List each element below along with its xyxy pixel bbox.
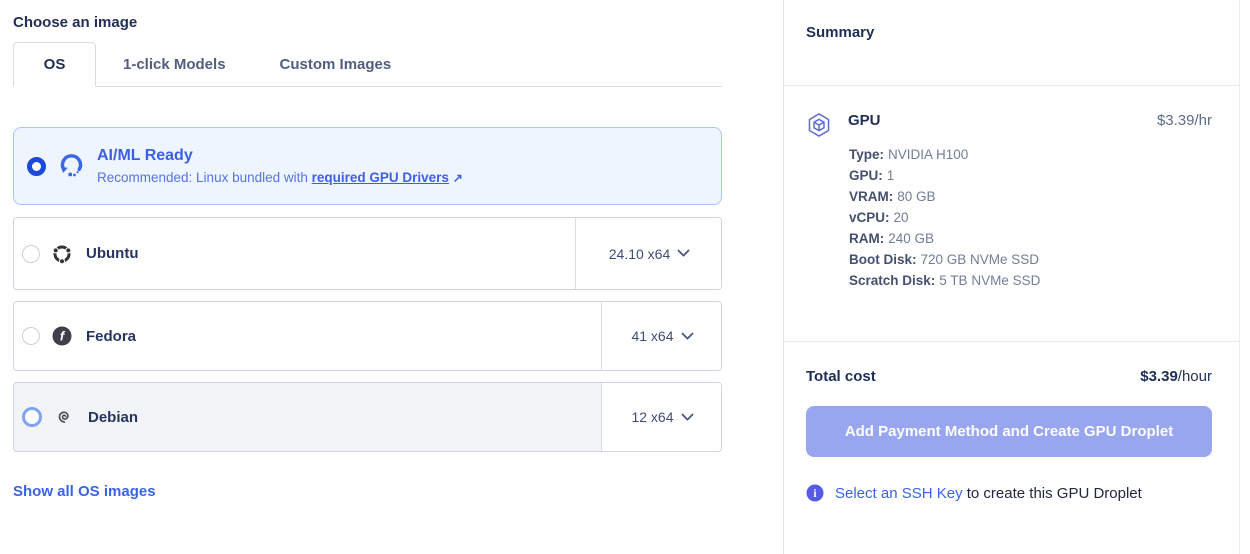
aiml-gpu-icon bbox=[58, 153, 85, 180]
ubuntu-version-value: 24.10 x64 bbox=[609, 246, 671, 262]
aiml-text-block: AI/ML Ready Recommended: Linux bundled w… bbox=[97, 147, 463, 185]
create-gpu-droplet-button[interactable]: Add Payment Method and Create GPU Drople… bbox=[806, 406, 1212, 457]
ssh-notice-text: Select an SSH Key to create this GPU Dro… bbox=[835, 485, 1142, 502]
spec-vcpu: vCPU:20 bbox=[849, 207, 1212, 228]
ubuntu-logo-icon bbox=[51, 243, 73, 265]
spec-ram: RAM:240 GB bbox=[849, 228, 1212, 249]
gpu-cube-icon bbox=[806, 112, 832, 138]
spec-boot-disk: Boot Disk:720 GB NVMe SSD bbox=[849, 249, 1212, 270]
gpu-spec-list: Type:NVIDIA H100 GPU:1 VRAM:80 GB vCPU:2… bbox=[849, 144, 1212, 291]
debian-radio[interactable] bbox=[22, 407, 42, 427]
fedora-logo-icon: f bbox=[51, 325, 73, 347]
image-option-debian[interactable]: Debian 12 x64 bbox=[13, 382, 722, 452]
spec-gpu-count: GPU:1 bbox=[849, 165, 1212, 186]
fedora-version-dropdown[interactable]: 41 x64 bbox=[601, 302, 721, 370]
fedora-radio[interactable] bbox=[22, 327, 40, 345]
fedora-row-main: f Fedora bbox=[14, 302, 601, 370]
aiml-title: AI/ML Ready bbox=[97, 147, 463, 165]
gpu-plan-price: $3.39/hr bbox=[1157, 112, 1212, 129]
image-option-aiml-ready[interactable]: AI/ML Ready Recommended: Linux bundled w… bbox=[13, 127, 722, 205]
os-image-list: AI/ML Ready Recommended: Linux bundled w… bbox=[13, 127, 722, 452]
aiml-subtitle: Recommended: Linux bundled with required… bbox=[97, 170, 463, 185]
tab-custom-images[interactable]: Custom Images bbox=[253, 42, 419, 86]
debian-version-dropdown[interactable]: 12 x64 bbox=[601, 383, 721, 451]
ubuntu-row-main: Ubuntu bbox=[14, 218, 575, 289]
spec-scratch-disk: Scratch Disk:5 TB NVMe SSD bbox=[849, 270, 1212, 291]
spec-type: Type:NVIDIA H100 bbox=[849, 144, 1212, 165]
total-cost-label: Total cost bbox=[806, 368, 876, 385]
fedora-version-value: 41 x64 bbox=[631, 328, 673, 344]
summary-title: Summary bbox=[806, 24, 1239, 41]
image-option-ubuntu[interactable]: Ubuntu 24.10 x64 bbox=[13, 217, 722, 290]
gpu-droplet-create-page: Choose an image OS 1-click Models Custom… bbox=[0, 0, 1250, 554]
debian-logo-icon bbox=[53, 406, 75, 428]
debian-row-main: Debian bbox=[14, 383, 601, 451]
chevron-down-icon bbox=[681, 327, 694, 340]
debian-label: Debian bbox=[88, 409, 138, 426]
total-cost-row: Total cost $3.39/hour bbox=[806, 342, 1212, 385]
ubuntu-label: Ubuntu bbox=[86, 245, 138, 262]
info-icon: i bbox=[806, 484, 824, 502]
aiml-row-main: AI/ML Ready Recommended: Linux bundled w… bbox=[14, 128, 721, 204]
tab-1-click-models[interactable]: 1-click Models bbox=[96, 42, 253, 86]
choose-image-heading: Choose an image bbox=[13, 14, 722, 31]
image-tabs: OS 1-click Models Custom Images bbox=[13, 42, 722, 87]
ssh-key-notice: i Select an SSH Key to create this GPU D… bbox=[806, 484, 1212, 502]
chevron-down-icon bbox=[681, 408, 694, 421]
aiml-subtitle-prefix: Recommended: Linux bundled with bbox=[97, 170, 312, 185]
gpu-title-row: GPU $3.39/hr bbox=[848, 112, 1212, 129]
fedora-label: Fedora bbox=[86, 328, 136, 345]
gpu-drivers-link[interactable]: required GPU Drivers bbox=[312, 170, 449, 185]
choose-image-section: Choose an image OS 1-click Models Custom… bbox=[13, 14, 722, 500]
ubuntu-radio[interactable] bbox=[22, 245, 40, 263]
total-cost-value: $3.39/hour bbox=[1140, 368, 1212, 385]
chevron-down-icon bbox=[677, 244, 690, 257]
summary-panel: Summary GPU $3.39/hr Type:NVIDIA H100 bbox=[783, 0, 1240, 554]
select-ssh-key-link[interactable]: Select an SSH Key bbox=[835, 485, 963, 502]
gpu-plan-name: GPU bbox=[848, 112, 881, 129]
spec-vram: VRAM:80 GB bbox=[849, 186, 1212, 207]
image-option-fedora[interactable]: f Fedora 41 x64 bbox=[13, 301, 722, 371]
show-all-os-images-link[interactable]: Show all OS images bbox=[13, 483, 722, 500]
ubuntu-version-dropdown[interactable]: 24.10 x64 bbox=[575, 218, 721, 289]
tab-os[interactable]: OS bbox=[13, 42, 96, 87]
gpu-plan-head: GPU $3.39/hr bbox=[806, 112, 1212, 138]
summary-header: Summary bbox=[784, 0, 1239, 86]
aiml-radio[interactable] bbox=[27, 157, 46, 176]
debian-version-value: 12 x64 bbox=[631, 409, 673, 425]
gpu-plan-section: GPU $3.39/hr Type:NVIDIA H100 GPU:1 VRAM… bbox=[784, 86, 1239, 342]
external-link-icon: ↗ bbox=[453, 171, 463, 185]
